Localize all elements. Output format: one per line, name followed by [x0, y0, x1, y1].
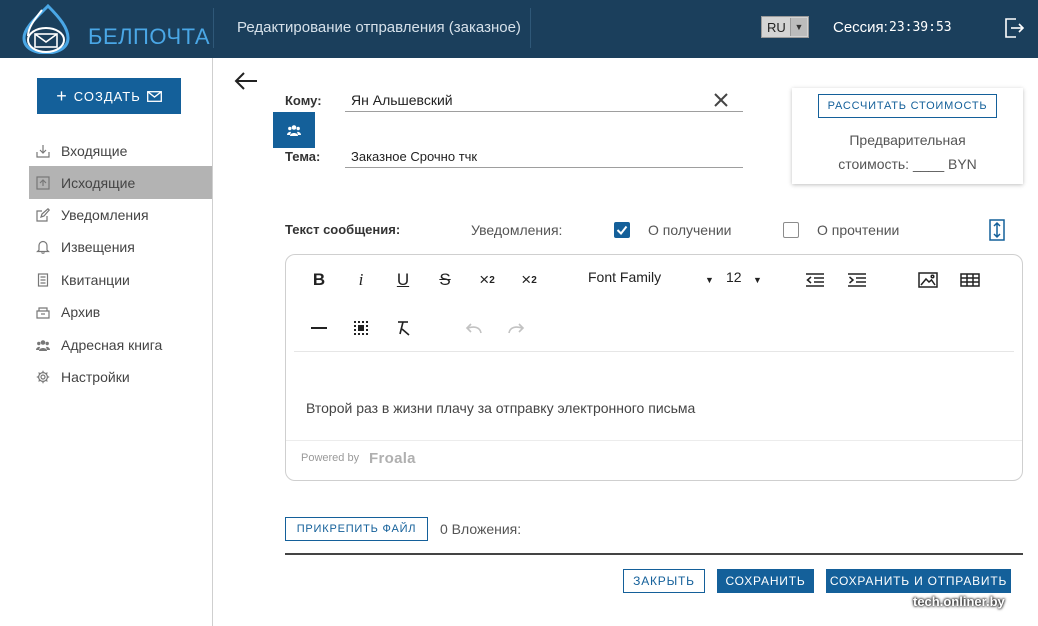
session-label: Сессия: [833, 19, 888, 36]
indent-icon[interactable] [841, 265, 873, 295]
strikethrough-icon[interactable]: S [429, 265, 461, 295]
cost-card: РАССЧИТАТЬ СТОИМОСТЬ Предварительная сто… [792, 88, 1023, 184]
users-icon [287, 125, 301, 136]
superscript-icon[interactable]: × 2 [513, 265, 545, 295]
read-checkbox-label: О прочтении [817, 222, 900, 238]
editor-content[interactable]: Второй раз в жизни плачу за отправку эле… [306, 400, 695, 416]
logout-icon[interactable] [1002, 16, 1026, 40]
font-size-select[interactable]: 12 [726, 269, 742, 285]
plus-icon: + [56, 86, 68, 106]
receipt-icon [37, 272, 49, 287]
italic-icon[interactable]: i [345, 265, 377, 295]
clear-icon[interactable] [713, 92, 729, 108]
outbox-icon [36, 175, 50, 190]
receipt-checkbox-label: О получении [648, 222, 732, 238]
sidebar-item-notices[interactable]: Извещения [29, 230, 212, 263]
sidebar-item-label: Архив [61, 303, 101, 320]
sidebar: + СОЗДАТЬ Входящие Исходящие Уведомления… [0, 58, 213, 626]
header-divider [213, 8, 214, 48]
create-label: СОЗДАТЬ [73, 88, 141, 104]
rich-text-editor: B i U S × 2 × 2 Font Family ▼ 12 ▼ Второй … [285, 254, 1023, 481]
watermark: tech.onliner.by [913, 594, 1005, 609]
sidebar-item-settings[interactable]: Настройки [29, 360, 212, 393]
sidebar-item-label: Исходящие [61, 174, 136, 191]
sidebar-item-receipts[interactable]: Квитанции [29, 263, 212, 296]
cost-line-1: Предварительная [849, 132, 966, 148]
subject-label: Тема: [285, 149, 321, 164]
table-icon[interactable] [954, 265, 986, 295]
logo-drop-icon [22, 3, 70, 55]
editor-footer-divider [286, 440, 1022, 441]
caret-down-icon: ▼ [753, 275, 762, 285]
cost-line-2: стоимость: ____ BYN [838, 156, 977, 172]
subject-value: Заказное Срочно тчк [351, 149, 478, 164]
back-arrow-icon[interactable] [233, 70, 259, 92]
sidebar-item-archive[interactable]: Архив [29, 295, 212, 328]
sidebar-item-address-book[interactable]: Адресная книга [29, 328, 212, 361]
save-button[interactable]: СОХРАНИТЬ [717, 569, 814, 593]
sidebar-item-inbox[interactable]: Входящие [29, 134, 212, 167]
select-all-icon[interactable] [345, 313, 377, 343]
resize-vertical-icon[interactable] [989, 219, 1005, 241]
users-icon [36, 339, 50, 351]
attach-file-button[interactable]: ПРИКРЕПИТЬ ФАЙЛ [285, 517, 428, 541]
powered-by-label: Powered by [301, 452, 360, 464]
logo-text: БЕЛПОЧТА [88, 24, 211, 49]
sidebar-item-notifications[interactable]: Уведомления [29, 198, 212, 231]
froala-logo[interactable]: Froala [369, 450, 416, 467]
language-select[interactable]: RU ▼ [761, 16, 809, 38]
to-label: Кому: [285, 93, 322, 108]
header-divider [530, 8, 531, 48]
sidebar-item-label: Настройки [61, 368, 130, 385]
image-icon[interactable] [912, 265, 944, 295]
section-divider [285, 553, 1023, 555]
edit-icon [36, 207, 50, 222]
sidebar-item-outbox[interactable]: Исходящие [29, 166, 212, 199]
page-title: Редактирование отправления (заказное) [237, 19, 521, 36]
message-label: Текст сообщения: [285, 222, 401, 237]
outdent-icon[interactable] [799, 265, 831, 295]
sidebar-item-label: Квитанции [61, 271, 130, 288]
toolbar-divider [294, 351, 1014, 352]
bell-icon [36, 240, 50, 254]
redo-icon[interactable] [500, 313, 532, 343]
undo-icon[interactable] [458, 313, 490, 343]
receipt-checkbox[interactable] [614, 222, 630, 238]
subscript-icon[interactable]: × 2 [471, 265, 503, 295]
attachments-count: 0 Вложения: [440, 521, 522, 537]
sidebar-item-label: Извещения [61, 238, 135, 255]
caret-down-icon: ▼ [705, 275, 714, 285]
inbox-icon [36, 144, 50, 158]
belpochta-logo: БЕЛПОЧТА [20, 3, 210, 55]
sidebar-item-label: Уведомления [61, 206, 149, 223]
chevron-down-icon: ▼ [790, 18, 807, 36]
underline-icon[interactable]: U [387, 265, 419, 295]
clear-formatting-icon[interactable] [387, 313, 419, 343]
session-timer: 23:39:53 [889, 20, 952, 35]
gear-icon [36, 370, 50, 383]
archive-icon [36, 306, 50, 319]
envelope-icon [146, 90, 162, 102]
read-checkbox[interactable] [783, 222, 799, 238]
notifications-label: Уведомления: [471, 222, 563, 238]
check-icon [616, 225, 628, 236]
close-button[interactable]: ЗАКРЫТЬ [623, 569, 705, 593]
to-value: Ян Альшевский [351, 92, 453, 108]
sidebar-item-label: Адресная книга [61, 336, 163, 353]
create-button[interactable]: + СОЗДАТЬ [37, 78, 181, 114]
horizontal-line-icon[interactable] [303, 313, 335, 343]
calculate-cost-button[interactable]: РАССЧИТАТЬ СТОИМОСТЬ [818, 94, 997, 118]
font-family-select[interactable]: Font Family [588, 269, 661, 285]
save-and-send-button[interactable]: СОХРАНИТЬ И ОТПРАВИТЬ [826, 569, 1011, 593]
sidebar-item-label: Входящие [61, 142, 128, 159]
bold-icon[interactable]: B [303, 265, 335, 295]
address-book-button[interactable] [273, 112, 315, 148]
top-bar: БЕЛПОЧТА Редактирование отправления (зак… [0, 0, 1038, 58]
language-value: RU [767, 20, 786, 35]
